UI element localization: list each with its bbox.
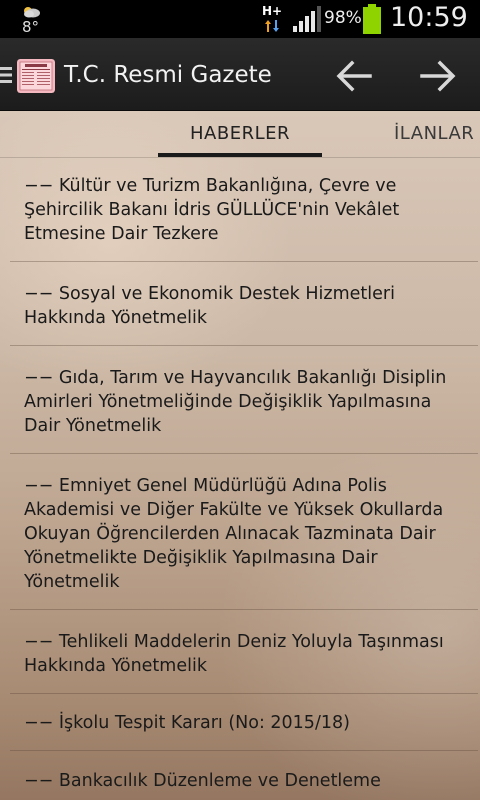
news-list-item[interactable]: −− İşkolu Tespit Kararı (No: 2015/18): [10, 694, 478, 751]
data-activity-icon: [265, 20, 279, 32]
battery-icon: [363, 4, 381, 34]
tab-haberler-label: HABERLER: [190, 123, 290, 144]
tab-strip: HABERLER İLANLAR: [0, 111, 480, 157]
weather-widget: 8°: [18, 2, 44, 36]
network-type-label: H+: [262, 4, 283, 18]
weather-temperature: 8°: [22, 18, 40, 36]
network-type-indicator: H+: [262, 4, 282, 34]
arrow-right-icon[interactable]: [418, 56, 458, 96]
status-clock: 10:59: [390, 2, 468, 33]
news-item-text: −− Sosyal ve Ekonomik Destek Hizmetleri …: [24, 284, 395, 328]
news-list-item[interactable]: −− Sosyal ve Ekonomik Destek Hizmetleri …: [10, 262, 478, 346]
news-item-text: −− Gıda, Tarım ve Hayvancılık Bakanlığı …: [24, 368, 447, 436]
news-item-text: −− Emniyet Genel Müdürlüğü Adına Polis A…: [24, 476, 444, 592]
news-list-item[interactable]: −− Kültür ve Turizm Bakanlığına, Çevre v…: [10, 158, 478, 262]
content-area: HABERLER İLANLAR −− Kültür ve Turizm Bak…: [0, 111, 480, 800]
news-item-text: −− İşkolu Tespit Kararı (No: 2015/18): [24, 713, 350, 733]
tab-haberler[interactable]: HABERLER: [158, 111, 322, 157]
news-item-text: −− Kültür ve Turizm Bakanlığına, Çevre v…: [24, 176, 400, 244]
news-list-item[interactable]: −− Emniyet Genel Müdürlüğü Adına Polis A…: [10, 454, 478, 610]
news-list: −− Kültür ve Turizm Bakanlığına, Çevre v…: [0, 158, 480, 800]
app-title: T.C. Resmi Gazete: [64, 62, 272, 88]
news-item-text: −− Bankacılık Düzenleme ve Denetleme: [24, 771, 381, 791]
action-bar: T.C. Resmi Gazete: [0, 38, 480, 111]
battery-percentage: 98%: [324, 8, 362, 28]
status-bar: 8° H+ 98% 10:59: [0, 0, 480, 38]
arrow-left-icon[interactable]: [334, 56, 374, 96]
cloud-sun-icon: [24, 7, 40, 18]
menu-indicator-icon[interactable]: [0, 65, 13, 85]
resmi-gazete-newspaper-icon[interactable]: [17, 59, 55, 93]
news-list-item[interactable]: −− Tehlikeli Maddelerin Deniz Yoluyla Ta…: [10, 610, 478, 694]
news-list-item[interactable]: −− Gıda, Tarım ve Hayvancılık Bakanlığı …: [10, 346, 478, 454]
signal-strength-icon: [293, 6, 321, 32]
news-list-item[interactable]: −− Bankacılık Düzenleme ve Denetleme: [10, 751, 478, 800]
tab-ilanlar[interactable]: İLANLAR: [394, 111, 480, 157]
tab-ilanlar-label: İLANLAR: [394, 123, 475, 144]
news-item-text: −− Tehlikeli Maddelerin Deniz Yoluyla Ta…: [24, 632, 444, 676]
